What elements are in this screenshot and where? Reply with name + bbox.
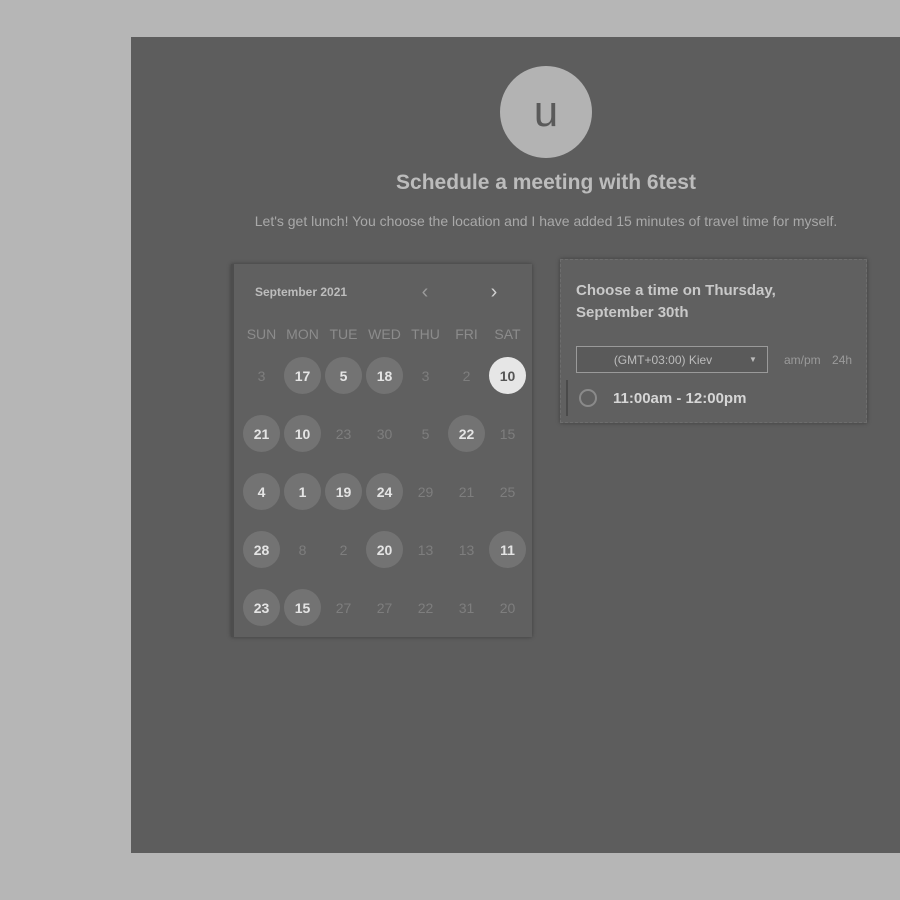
format-ampm[interactable]: am/pm xyxy=(784,353,821,367)
day-cell: 11 xyxy=(487,531,528,589)
day-button: 21 xyxy=(458,483,475,500)
day-button[interactable]: 28 xyxy=(243,531,280,568)
day-cell: 30 xyxy=(364,415,405,473)
day-button: 8 xyxy=(298,541,307,558)
day-cell: 18 xyxy=(364,357,405,415)
day-cell: 10 xyxy=(282,415,323,473)
day-button: 3 xyxy=(421,367,430,384)
booking-panel: u Schedule a meeting with 6test Let's ge… xyxy=(131,37,900,853)
day-grid: 3 17 5 18 3 2 10 21 10 23 30 5 22 15 4 1 19 24 29 21 25 28 8 2 2… xyxy=(241,357,529,647)
day-button: 3 xyxy=(257,367,266,384)
day-button: 5 xyxy=(421,425,430,442)
day-cell: 25 xyxy=(487,473,528,531)
day-cell: 24 xyxy=(364,473,405,531)
radio-icon[interactable] xyxy=(579,389,597,407)
day-button[interactable]: 22 xyxy=(448,415,485,452)
day-cell: 23 xyxy=(323,415,364,473)
day-button: 27 xyxy=(335,599,352,616)
day-button[interactable]: 23 xyxy=(243,589,280,626)
day-button[interactable]: 17 xyxy=(284,357,321,394)
day-button[interactable]: 4 xyxy=(243,473,280,510)
day-cell: 3 xyxy=(241,357,282,415)
day-cell: 3 xyxy=(405,357,446,415)
day-button: 13 xyxy=(417,541,434,558)
day-button: 30 xyxy=(376,425,393,442)
day-cell: 29 xyxy=(405,473,446,531)
day-button[interactable]: 11 xyxy=(489,531,526,568)
weekday-label: WED xyxy=(368,326,401,342)
format-24h[interactable]: 24h xyxy=(832,353,852,367)
day-cell: 15 xyxy=(487,415,528,473)
month-label: September 2021 xyxy=(255,285,348,299)
weekday-label: THU xyxy=(411,326,440,342)
day-button[interactable]: 18 xyxy=(366,357,403,394)
day-cell: 5 xyxy=(323,357,364,415)
chevron-right-icon[interactable]: › xyxy=(482,280,506,304)
day-cell: 15 xyxy=(282,589,323,647)
day-button: 31 xyxy=(458,599,475,616)
time-heading: Choose a time on Thursday, September 30t… xyxy=(576,282,776,321)
day-cell: 10 xyxy=(487,357,528,415)
caret-down-icon: ▼ xyxy=(749,355,757,364)
day-cell: 20 xyxy=(487,589,528,647)
day-cell: 2 xyxy=(323,531,364,589)
day-button[interactable]: 1 xyxy=(284,473,321,510)
day-button[interactable]: 5 xyxy=(325,357,362,394)
day-cell: 20 xyxy=(364,531,405,589)
day-cell: 13 xyxy=(405,531,446,589)
day-cell: 5 xyxy=(405,415,446,473)
avatar-letter: u xyxy=(533,87,559,136)
day-button[interactable]: 21 xyxy=(243,415,280,452)
day-button: 13 xyxy=(458,541,475,558)
avatar: u xyxy=(500,66,592,158)
day-cell: 27 xyxy=(364,589,405,647)
page-title: Schedule a meeting with 6test xyxy=(396,171,696,194)
day-button: 20 xyxy=(499,599,516,616)
page-description: Let's get lunch! You choose the location… xyxy=(254,213,838,229)
weekday-header: SUN MON TUE WED THU FRI SAT xyxy=(241,326,529,342)
day-cell: 13 xyxy=(446,531,487,589)
day-button: 2 xyxy=(339,541,348,558)
time-slot-label: 11:00am - 12:00pm xyxy=(613,389,747,407)
day-cell: 23 xyxy=(241,589,282,647)
day-cell: 28 xyxy=(241,531,282,589)
day-cell: 17 xyxy=(282,357,323,415)
chevron-left-icon[interactable]: ‹ xyxy=(413,280,437,304)
time-format-toggle: am/pm 24h xyxy=(784,353,860,367)
weekday-label: TUE xyxy=(329,326,358,342)
day-cell: 4 xyxy=(241,473,282,531)
timezone-value: (GMT+03:00) Kiev xyxy=(613,352,713,367)
calendar: September 2021 ‹ › SUN MON TUE WED THU F… xyxy=(231,264,532,637)
time-picker: Choose a time on Thursday, September 30t… xyxy=(560,259,867,423)
day-cell: 22 xyxy=(446,415,487,473)
timezone-select[interactable]: (GMT+03:00) Kiev ▼ xyxy=(576,346,768,373)
day-button[interactable]: 20 xyxy=(366,531,403,568)
weekday-label: SUN xyxy=(246,326,277,342)
day-cell: 19 xyxy=(323,473,364,531)
weekday-label: SAT xyxy=(494,326,521,342)
day-button[interactable]: 10 xyxy=(284,415,321,452)
weekday-label: FRI xyxy=(455,326,478,342)
day-cell: 31 xyxy=(446,589,487,647)
day-button: 23 xyxy=(335,425,352,442)
day-cell: 8 xyxy=(282,531,323,589)
day-cell: 21 xyxy=(241,415,282,473)
day-cell: 27 xyxy=(323,589,364,647)
day-button[interactable]: 24 xyxy=(366,473,403,510)
selected-day[interactable]: 10 xyxy=(489,357,526,394)
day-button: 15 xyxy=(499,425,516,442)
day-button: 27 xyxy=(376,599,393,616)
day-button: 25 xyxy=(499,483,516,500)
day-button: 29 xyxy=(417,483,434,500)
day-cell: 2 xyxy=(446,357,487,415)
time-slot[interactable]: 11:00am - 12:00pm xyxy=(566,380,864,416)
day-cell: 21 xyxy=(446,473,487,531)
day-button: 2 xyxy=(462,367,471,384)
day-button: 22 xyxy=(417,599,434,616)
weekday-label: MON xyxy=(286,326,319,342)
day-button[interactable]: 19 xyxy=(325,473,362,510)
day-button[interactable]: 15 xyxy=(284,589,321,626)
day-cell: 1 xyxy=(282,473,323,531)
day-cell: 22 xyxy=(405,589,446,647)
